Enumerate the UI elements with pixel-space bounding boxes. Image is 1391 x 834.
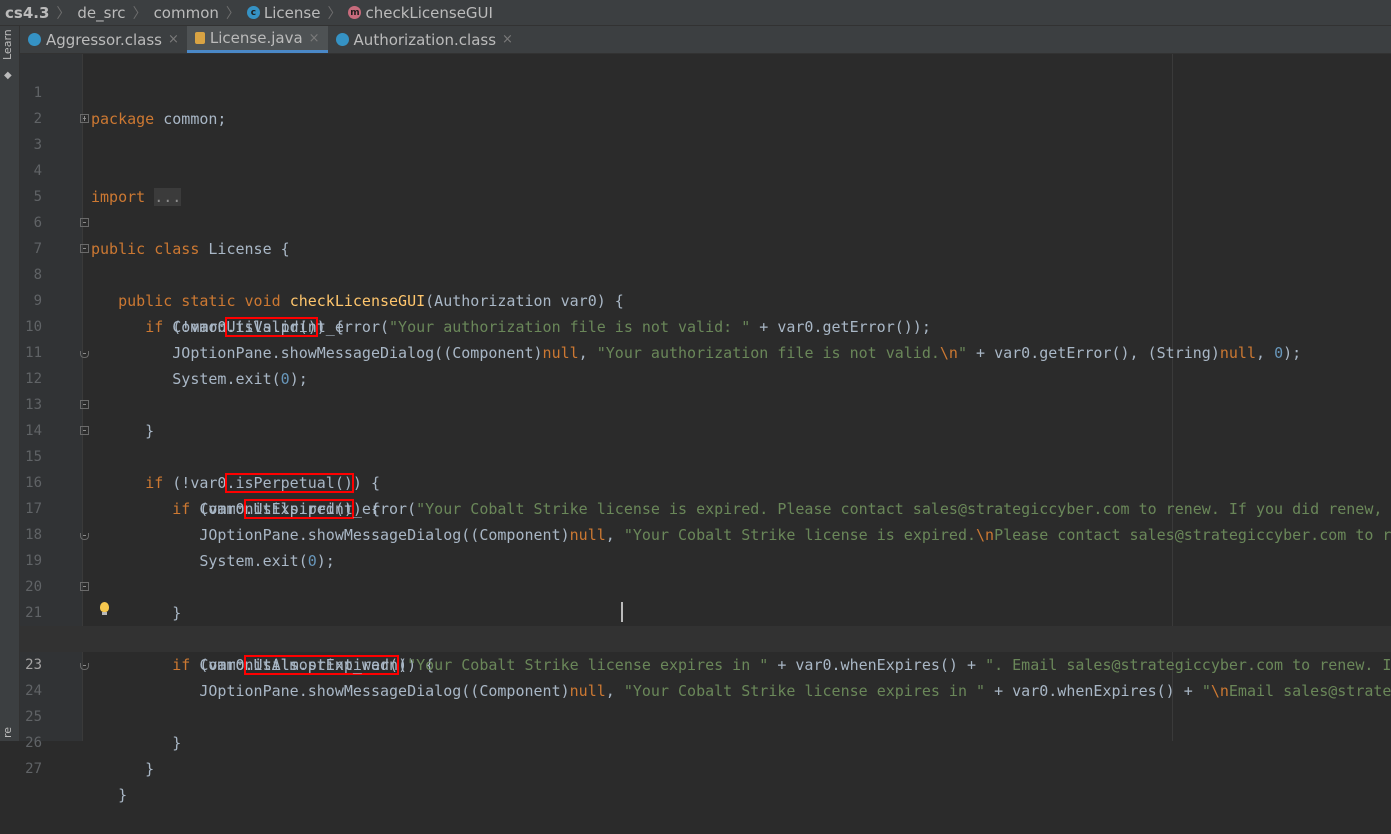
code-line[interactable]: 27 } [20,730,1391,804]
editor-tab-bar: Aggressor.class × License.java × Authori… [20,26,1391,54]
fold-collapse-icon[interactable] [80,426,89,435]
close-icon[interactable]: × [168,32,179,47]
code-line[interactable]: 11 System.exit(0); [20,314,1391,388]
code-line[interactable]: 8 if (!var0.isValid()) { [20,236,1391,337]
breadcrumb-label: License [263,3,321,22]
tab-label: Aggressor.class [46,30,162,49]
code-line[interactable]: 16 CommonUtils.print_error("Your Cobalt … [20,444,1391,518]
structure-tool-tab[interactable]: re [1,727,14,738]
fold-collapse-icon[interactable] [80,400,89,409]
tab-aggressor-class[interactable]: Aggressor.class × [20,26,187,53]
code-line[interactable]: 26 } [20,704,1391,778]
tab-license-java[interactable]: License.java × [186,26,328,53]
breadcrumb-project[interactable]: cs4.3 [0,4,51,22]
breadcrumb: cs4.3 〉 de_src 〉 common 〉 c License 〉 m … [0,0,1391,26]
code-line[interactable]: 7 public static void checkLicenseGUI(Aut… [20,210,1391,310]
code-line[interactable]: 2 [20,80,1391,127]
class-icon: c [246,6,260,19]
tab-authorization-class[interactable]: Authorization.class × [328,26,521,53]
java-file-icon [194,32,205,44]
code-line[interactable]: 14 if (!var0.isPerpetual()) { [20,392,1391,493]
breadcrumb-item-de-src[interactable]: de_src [75,4,127,22]
code-line[interactable]: 13 [20,366,1391,413]
code-text: } [91,760,155,778]
code-line[interactable]: 15 if (var0.isExpired()) { [20,418,1391,519]
close-icon[interactable]: × [502,32,513,47]
code-line[interactable]: 1 package common; [20,54,1391,128]
code-line[interactable]: 19 } [20,522,1391,622]
code-line[interactable]: 6 public class License { [20,184,1391,258]
fold-collapse-icon[interactable] [80,218,89,227]
class-file-icon [28,33,41,46]
lightbulb-icon[interactable] [100,602,109,615]
fold-collapse-icon[interactable] [80,244,89,253]
breadcrumb-item-license[interactable]: c License [245,4,323,22]
method-icon: m [348,6,362,19]
breadcrumb-separator: 〉 [225,5,240,22]
fold-end-icon[interactable] [80,533,89,540]
breadcrumb-separator: 〉 [56,5,71,22]
code-line[interactable]: 21 if (var0.isAlmostExpired()) { [20,574,1391,675]
learn-tool-tab[interactable]: Learn [1,29,14,60]
breadcrumb-separator: 〉 [132,5,147,22]
fold-collapse-icon[interactable] [80,582,89,591]
code-line[interactable]: 25 [20,678,1391,725]
code-line[interactable]: 18 System.exit(0); [20,496,1391,570]
line-number: 27 [25,761,42,777]
class-file-icon [335,33,349,46]
code-text: } [91,786,128,804]
code-line[interactable]: 22 CommonUtils.print_warn("Your Cobalt S… [20,600,1391,674]
code-line[interactable]: 9 CommonUtils.print_error("Your authoriz… [20,262,1391,336]
breadcrumb-separator: 〉 [327,5,342,22]
breadcrumb-item-method[interactable]: m checkLicenseGUI [346,4,495,22]
breadcrumb-item-common[interactable]: common [152,4,221,22]
text-caret [621,602,623,622]
code-line[interactable]: 4 [20,132,1391,179]
code-line[interactable]: 24 } [20,652,1391,752]
code-line-current[interactable]: 23 JOptionPane.showMessageDialog((Compon… [20,626,1391,700]
code-line[interactable]: 10 JOptionPane.showMessageDialog((Compon… [20,288,1391,362]
fold-expand-icon[interactable] [80,114,89,123]
learn-icon: ◆ [4,70,12,81]
code-line[interactable]: 12 } [20,340,1391,440]
close-icon[interactable]: × [309,31,320,46]
code-line[interactable]: 20 [20,548,1391,595]
left-tool-strip: Learn ◆ re [0,26,20,741]
breadcrumb-label: checkLicenseGUI [365,3,493,22]
fold-end-icon[interactable] [80,351,89,358]
code-line[interactable]: 5 [20,158,1391,205]
code-editor[interactable]: 1 package common; 2 3 import ... 4 5 6 p… [20,54,1391,804]
fold-end-icon[interactable] [80,663,89,670]
code-line[interactable]: 3 import ... [20,106,1391,206]
tab-label: Authorization.class [353,30,497,49]
code-line[interactable]: 17 JOptionPane.showMessageDialog((Compon… [20,470,1391,544]
tab-label: License.java [209,29,303,47]
